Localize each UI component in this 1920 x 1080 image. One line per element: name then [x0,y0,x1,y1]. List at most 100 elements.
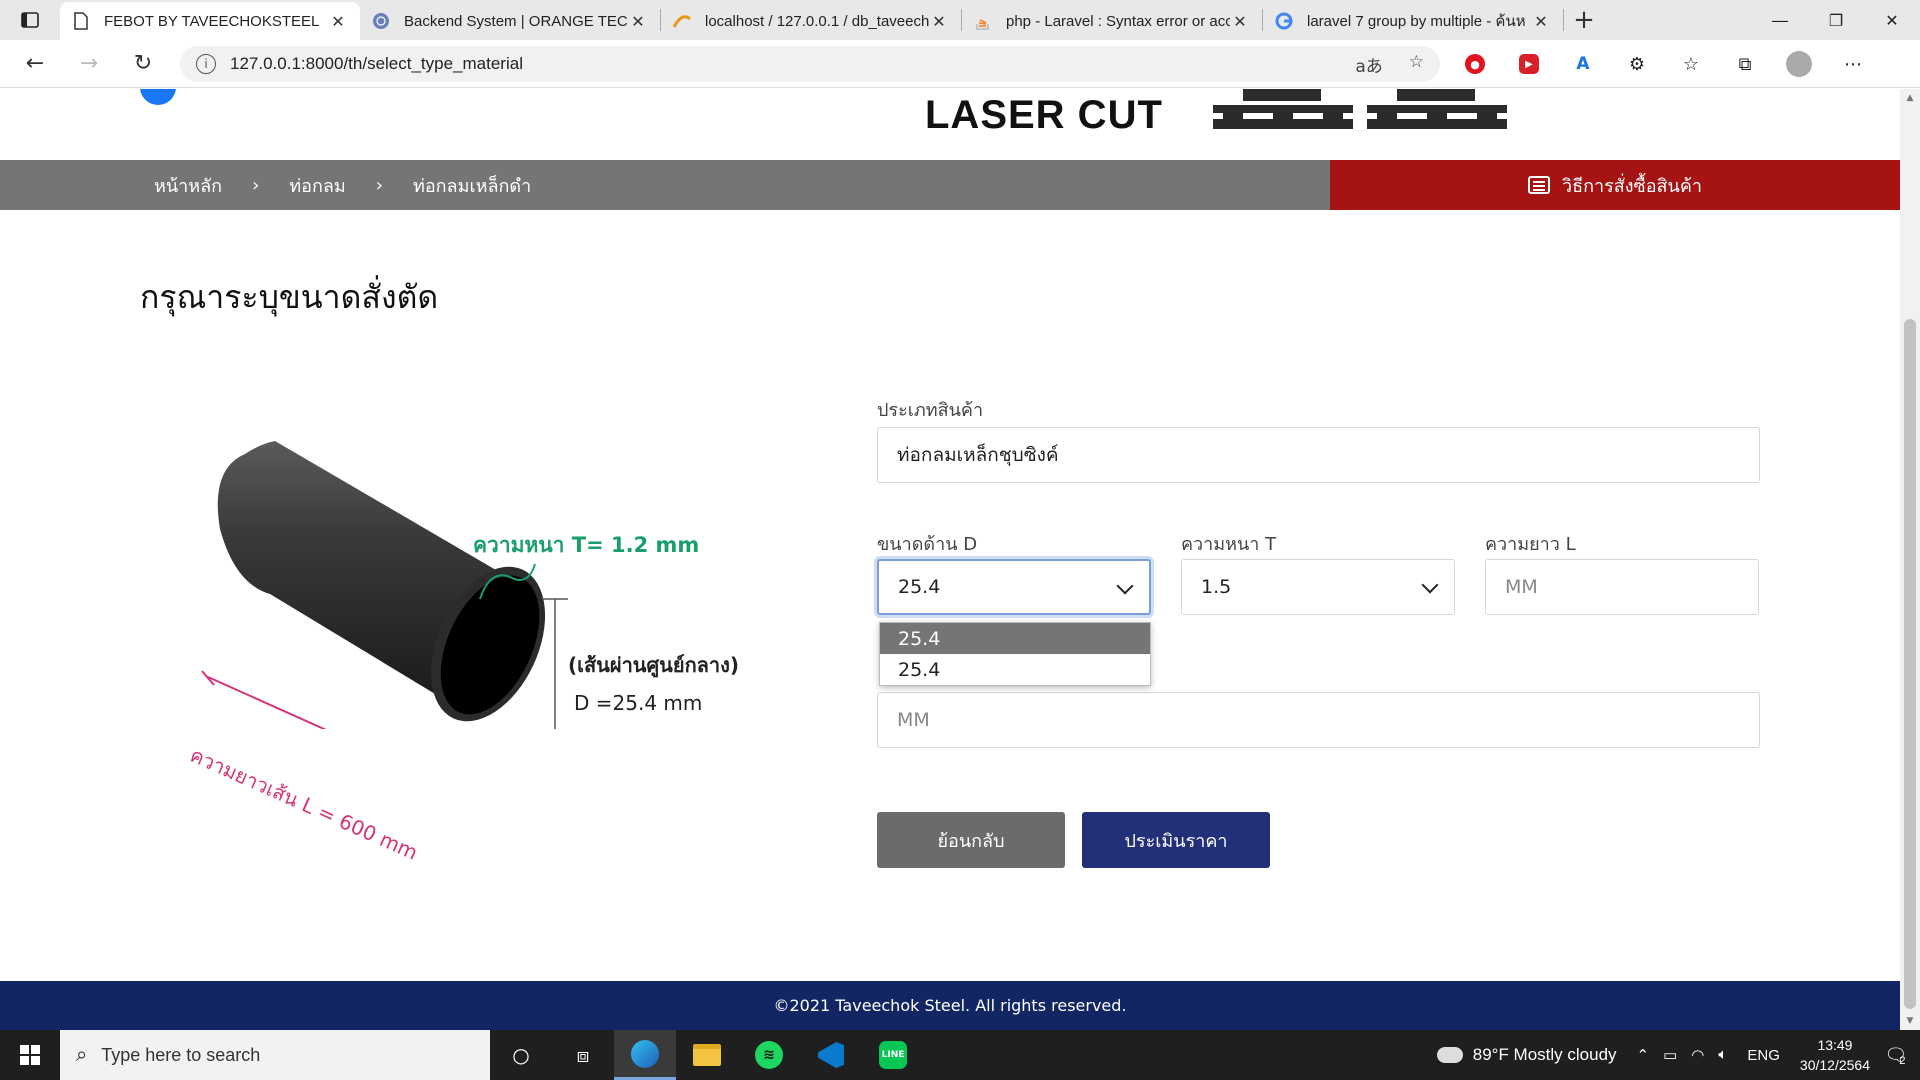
line-icon: LINE [879,1041,907,1069]
back-button[interactable]: ย้อนกลับ [877,812,1065,868]
language-indicator[interactable]: ENG [1747,1047,1780,1064]
order-guide-label: วิธีการสั่งซื้อสินค้า [1561,175,1702,197]
page-title: กรุณาระบุขนาดสั่งตัด [140,278,439,316]
taskbar-line[interactable]: LINE [862,1030,924,1080]
refresh-button[interactable]: ↻ [116,40,170,88]
close-window-icon[interactable]: ✕ [1864,0,1920,40]
breadcrumb-black-steel-pipe[interactable]: ท่อกลมเหล็กดำ [413,171,531,200]
chevron-up-icon[interactable]: ⌃ [1637,1046,1650,1064]
page-viewport: LASER CUT หน้าหลัก › ท่อกลม › ท่อกลมเหล็… [0,89,1900,1030]
profile-avatar[interactable] [1784,49,1814,79]
speaker-icon[interactable]: 🔈︎ [1718,1046,1727,1064]
breadcrumb-home[interactable]: หน้าหลัก [154,171,222,200]
minimize-icon[interactable]: ― [1752,0,1808,40]
forward-nav-button[interactable]: → [62,40,116,88]
taskbar-spotify[interactable]: ≋ [738,1030,800,1080]
refresh-icon: ↻ [133,51,153,76]
thickness-t-select[interactable]: 1.5 [1181,559,1455,615]
windows-taskbar: ⌕ Type here to search ○ ⧈ ≋ LINE 89°F Mo… [0,1030,1920,1080]
close-icon[interactable]: ✕ [328,12,348,31]
size-d-select[interactable]: 25.4 [877,559,1151,615]
back-nav-button[interactable]: ← [8,40,62,88]
site-info-icon[interactable]: i [196,54,216,74]
browser-tab-phpmyadmin[interactable]: localhost / 127.0.0.1 / db_taveech ✕ [661,2,961,40]
tray-icons: ⌃ ▭ ◠ 🔈︎ [1637,1046,1728,1064]
clock-date: 30/12/2564 [1799,1057,1870,1073]
laser-cut-logo-text: LASER CUT [925,93,1163,137]
task-view-icon[interactable]: ⧈ [552,1030,614,1080]
browser-tab-backend[interactable]: Backend System | ORANGE TECH ✕ [360,2,660,40]
extensions-row: ● ▶ A ⚙ ☆ ⧉ ⋯ [1460,40,1868,88]
close-icon[interactable]: ✕ [929,12,949,31]
estimate-price-button[interactable]: ประเมินราคา [1082,812,1270,868]
scroll-down-icon[interactable]: ▼ [1900,1012,1920,1030]
clock-time: 13:49 [1817,1037,1853,1053]
browser-tab-stackoverflow[interactable]: php - Laravel : Syntax error or acc ✕ [962,2,1262,40]
site-header: LASER CUT [0,89,1900,160]
cortana-icon[interactable]: ○ [490,1030,552,1080]
close-icon[interactable]: ✕ [628,12,648,31]
scrollbar-thumb[interactable] [1904,319,1916,1009]
battery-icon[interactable]: ▭ [1663,1046,1677,1064]
tab-title: Backend System | ORANGE TECH [404,12,628,30]
breadcrumb-round-pipe[interactable]: ท่อกลม [289,171,345,200]
pallet-logo-icon [1213,89,1353,129]
address-bar[interactable]: i 127.0.0.1:8000/th/select_type_material… [180,46,1440,82]
taskbar-search-box[interactable]: ⌕ Type here to search [60,1030,490,1080]
chevron-right-icon: › [375,174,383,196]
size-d-option[interactable]: 25.4 [880,654,1150,685]
clock[interactable]: 13:49 30/12/2564 [1800,1035,1870,1075]
browser-toolbar: ← → ↻ i 127.0.0.1:8000/th/select_type_ma… [0,40,1920,88]
list-icon [1527,176,1550,194]
favorites-icon[interactable]: ☆ [1676,49,1706,79]
close-icon[interactable]: ✕ [1531,12,1551,31]
adblock-extension-icon[interactable]: ● [1460,49,1490,79]
length-l-input[interactable]: MM [1485,559,1759,615]
thickness-t-label: ความหนา T [1181,534,1277,555]
media-extension-icon[interactable]: ▶ [1514,49,1544,79]
collections-icon[interactable]: ⧉ [1730,49,1760,79]
weather-text[interactable]: 89°F Mostly cloudy [1473,1045,1617,1065]
taskbar-search-placeholder: Type here to search [101,1044,261,1065]
breadcrumb: หน้าหลัก › ท่อกลม › ท่อกลมเหล็กดำ [0,160,1330,210]
scroll-up-icon[interactable]: ▲ [1900,89,1920,107]
taskbar-vscode[interactable] [800,1030,862,1080]
tab-actions-menu-button[interactable] [0,0,60,40]
wifi-icon[interactable]: ◠ [1691,1046,1704,1064]
browser-tab-febot[interactable]: FEBOT BY TAVEECHOKSTEEL ✕ [60,2,360,40]
notification-count: 2 [1899,1055,1906,1067]
size-d-option[interactable]: 25.4 [880,623,1150,654]
taskbar-file-explorer[interactable] [676,1030,738,1080]
add-favorite-icon[interactable]: ☆ [1409,52,1424,77]
pallet-logo-icon [1367,89,1507,129]
size-d-value: 25.4 [898,576,941,598]
google-icon [1275,12,1293,30]
read-aloud-icon[interactable]: aあ [1355,52,1382,77]
length-annotation: ความยาวเส้น L = 600 mm [186,742,422,865]
tab-actions-icon [21,12,39,28]
pipe-illustration: ความหนา T= 1.2 mm (เส้นผ่านศูนย์กลาง) D … [187,409,770,865]
chevron-down-icon [1116,577,1134,595]
facebook-icon[interactable] [140,89,176,105]
extensions-puzzle-icon[interactable]: ⚙ [1622,49,1652,79]
diameter-annotation: (เส้นผ่านศูนย์กลาง) [568,653,740,677]
chevron-down-icon [1421,576,1439,594]
notification-center-button[interactable]: 🗨︎ 2 [1870,1030,1920,1080]
new-tab-button[interactable]: + [1564,0,1604,40]
order-guide-button[interactable]: วิธีการสั่งซื้อสินค้า [1330,160,1900,210]
product-type-field[interactable]: ท่อกลมเหล็กชุบซิงค์ [877,427,1760,483]
arrow-left-icon: ← [25,51,45,76]
url-text[interactable]: 127.0.0.1:8000/th/select_type_material [230,54,523,74]
length-l-label: ความยาว L [1485,534,1576,555]
windows-logo-icon [20,1045,40,1065]
translate-extension-icon[interactable]: A [1568,49,1598,79]
stackoverflow-icon [974,12,992,30]
close-icon[interactable]: ✕ [1230,12,1250,31]
taskbar-edge[interactable] [614,1030,676,1080]
start-button[interactable] [0,1030,60,1080]
restore-icon[interactable]: ❐ [1808,0,1864,40]
more-options-icon[interactable]: ⋯ [1838,49,1868,79]
browser-tab-google[interactable]: laravel 7 group by multiple - ค้นห ✕ [1263,2,1563,40]
quantity-input[interactable]: MM [877,692,1760,748]
page-scrollbar[interactable]: ▲ ▼ [1900,89,1920,1030]
